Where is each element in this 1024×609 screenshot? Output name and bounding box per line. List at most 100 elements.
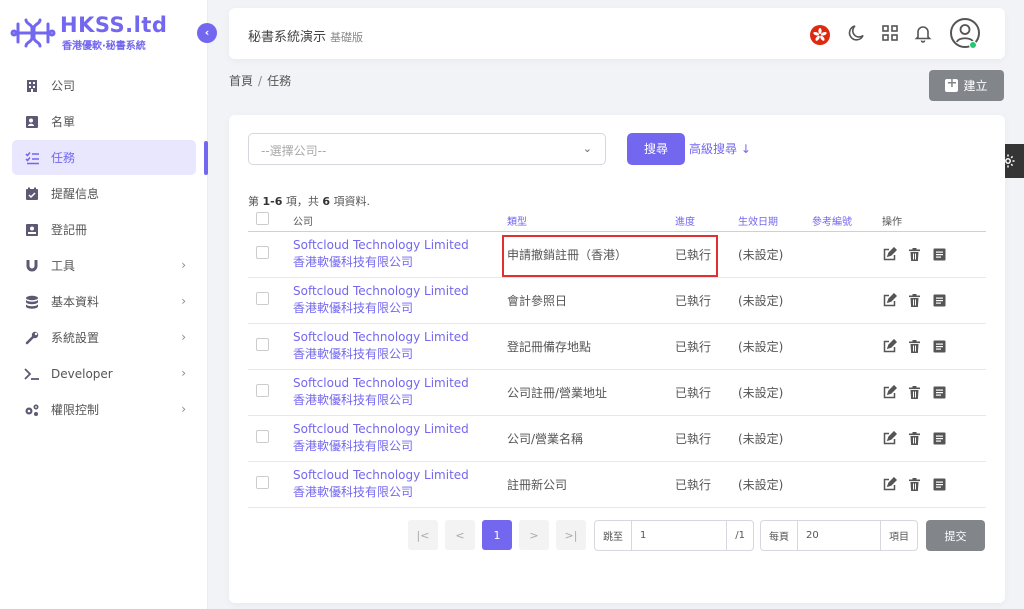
next-page-button[interactable]: > bbox=[519, 520, 549, 550]
terminal-icon bbox=[24, 366, 40, 382]
task-reference bbox=[812, 277, 882, 324]
sidebar-item-permissions[interactable]: 權限控制 › bbox=[12, 392, 196, 427]
edit-icon[interactable] bbox=[882, 476, 897, 492]
row-checkbox[interactable] bbox=[256, 476, 269, 489]
page-title: 秘書系統演示 基礎版 bbox=[248, 26, 363, 45]
task-reference bbox=[812, 231, 882, 278]
task-progress: 已執行 bbox=[675, 415, 738, 462]
search-button[interactable]: 搜尋 bbox=[627, 133, 685, 165]
edit-icon[interactable] bbox=[882, 338, 897, 354]
sidebar-item-developer[interactable]: Developer › bbox=[12, 356, 196, 391]
row-checkbox[interactable] bbox=[256, 338, 269, 351]
column-header-effective-date[interactable]: 生效日期 bbox=[738, 210, 812, 232]
sidebar-item-tasks[interactable]: 任務 bbox=[12, 140, 196, 175]
company-name-zh: 香港軟優科技有限公司 bbox=[293, 347, 414, 361]
column-header-type[interactable]: 類型 bbox=[507, 210, 675, 232]
create-button[interactable]: 建立 bbox=[929, 70, 1004, 101]
edit-icon[interactable] bbox=[882, 430, 897, 446]
task-reference bbox=[812, 415, 882, 462]
summary-prefix: 第 bbox=[248, 195, 259, 208]
row-checkbox[interactable] bbox=[256, 384, 269, 397]
bell-icon[interactable] bbox=[912, 22, 934, 44]
notes-icon[interactable] bbox=[932, 339, 947, 354]
edit-icon[interactable] bbox=[882, 246, 897, 262]
moon-icon[interactable] bbox=[846, 22, 868, 44]
per-page-input[interactable]: 20 bbox=[798, 521, 880, 550]
company-link[interactable]: Softcloud Technology Limited 香港軟優科技有限公司 bbox=[293, 421, 507, 455]
per-page-label: 每頁 bbox=[761, 521, 798, 550]
result-summary: 第 1-6 項，共 6 項資料. bbox=[248, 193, 370, 209]
trash-icon[interactable] bbox=[907, 431, 922, 446]
notes-icon[interactable] bbox=[932, 477, 947, 492]
column-header-reference[interactable]: 參考編號 bbox=[812, 210, 882, 232]
grid-icon[interactable] bbox=[879, 22, 901, 44]
company-link[interactable]: Softcloud Technology Limited 香港軟優科技有限公司 bbox=[293, 467, 507, 501]
column-header-company[interactable]: 公司 bbox=[293, 210, 507, 232]
breadcrumb-home[interactable]: 首頁 bbox=[229, 74, 253, 88]
sidebar-item-company[interactable]: 公司 bbox=[12, 68, 196, 103]
notes-icon[interactable] bbox=[932, 247, 947, 262]
sidebar-item-register[interactable]: 登記冊 bbox=[12, 212, 196, 247]
notes-icon[interactable] bbox=[932, 293, 947, 308]
task-progress: 已執行 bbox=[675, 323, 738, 370]
company-link[interactable]: Softcloud Technology Limited 香港軟優科技有限公司 bbox=[293, 283, 507, 317]
task-type: 公司/營業名稱 bbox=[507, 415, 675, 462]
task-reference bbox=[812, 461, 882, 508]
row-checkbox[interactable] bbox=[256, 430, 269, 443]
column-header-progress[interactable]: 進度 bbox=[675, 210, 738, 232]
company-link[interactable]: Softcloud Technology Limited 香港軟優科技有限公司 bbox=[293, 237, 507, 271]
sidebar-item-label: 基本資料 bbox=[51, 295, 100, 309]
sidebar-item-system-settings[interactable]: 系統設置 › bbox=[12, 320, 196, 355]
select-all-checkbox[interactable] bbox=[256, 212, 269, 226]
logo-icon bbox=[10, 18, 56, 48]
sidebar-item-label: 公司 bbox=[51, 79, 76, 93]
submit-button[interactable]: 提交 bbox=[926, 520, 985, 551]
per-page: 每頁 20 項目 bbox=[760, 520, 918, 551]
brand-title: HKSS.ltd bbox=[60, 13, 168, 37]
jump-page-input[interactable]: 1 bbox=[632, 521, 726, 550]
task-type: 申請撤銷註冊（香港） bbox=[507, 231, 675, 278]
table-row: Softcloud Technology Limited 香港軟優科技有限公司 … bbox=[248, 415, 986, 462]
company-name-en: Softcloud Technology Limited bbox=[293, 468, 469, 482]
company-select[interactable]: --選擇公司-- ⌄ bbox=[248, 133, 606, 165]
sidebar-item-tools[interactable]: 工具 › bbox=[12, 248, 196, 283]
trash-icon[interactable] bbox=[907, 385, 922, 400]
advanced-search-link[interactable]: 高級搜尋 ↓ bbox=[689, 140, 751, 157]
jump-label: 跳至 bbox=[595, 521, 632, 550]
table-row: Softcloud Technology Limited 香港軟優科技有限公司 … bbox=[248, 461, 986, 508]
sidebar-item-reminders[interactable]: 提醒信息 bbox=[12, 176, 196, 211]
sidebar-item-roster[interactable]: 名單 bbox=[12, 104, 196, 139]
trash-icon[interactable] bbox=[907, 247, 922, 262]
breadcrumb-current: 任務 bbox=[267, 74, 292, 88]
sidebar-collapse-button[interactable]: ‹ bbox=[197, 23, 217, 43]
notes-icon[interactable] bbox=[932, 385, 947, 400]
trash-icon[interactable] bbox=[907, 293, 922, 308]
company-link[interactable]: Softcloud Technology Limited 香港軟優科技有限公司 bbox=[293, 375, 507, 409]
sidebar-item-label: 名單 bbox=[51, 115, 76, 129]
row-checkbox[interactable] bbox=[256, 292, 269, 305]
company-link[interactable]: Softcloud Technology Limited 香港軟優科技有限公司 bbox=[293, 329, 507, 363]
trash-icon[interactable] bbox=[907, 339, 922, 354]
row-actions bbox=[882, 292, 986, 308]
sidebar-nav: 公司 名單 任務 提醒信息 登記冊 工具 › 基本資料 › 系統設置 › Dev… bbox=[12, 68, 196, 428]
task-effective-date: (未設定) bbox=[738, 369, 812, 416]
page-button-current[interactable]: 1 bbox=[482, 520, 512, 550]
edit-icon[interactable] bbox=[882, 384, 897, 400]
brand-logo[interactable]: HKSS.ltd 香港優軟·秘書系統 bbox=[10, 14, 167, 52]
prev-page-button[interactable]: < bbox=[445, 520, 475, 550]
active-indicator bbox=[204, 141, 208, 175]
last-page-button[interactable]: >| bbox=[556, 520, 586, 550]
chevron-right-icon: › bbox=[181, 294, 186, 308]
jump-to-page: 跳至 1 /1 bbox=[594, 520, 754, 551]
database-icon bbox=[24, 294, 40, 310]
trash-icon[interactable] bbox=[907, 477, 922, 492]
edit-icon[interactable] bbox=[882, 292, 897, 308]
sidebar-item-basic-data[interactable]: 基本資料 › bbox=[12, 284, 196, 319]
first-page-button[interactable]: |< bbox=[408, 520, 438, 550]
task-type: 註冊新公司 bbox=[507, 461, 675, 508]
notes-icon[interactable] bbox=[932, 431, 947, 446]
hong-kong-flag-icon[interactable] bbox=[810, 25, 830, 45]
row-checkbox[interactable] bbox=[256, 246, 269, 259]
arrow-down-icon: ↓ bbox=[740, 142, 751, 156]
checklist-icon bbox=[24, 150, 40, 166]
